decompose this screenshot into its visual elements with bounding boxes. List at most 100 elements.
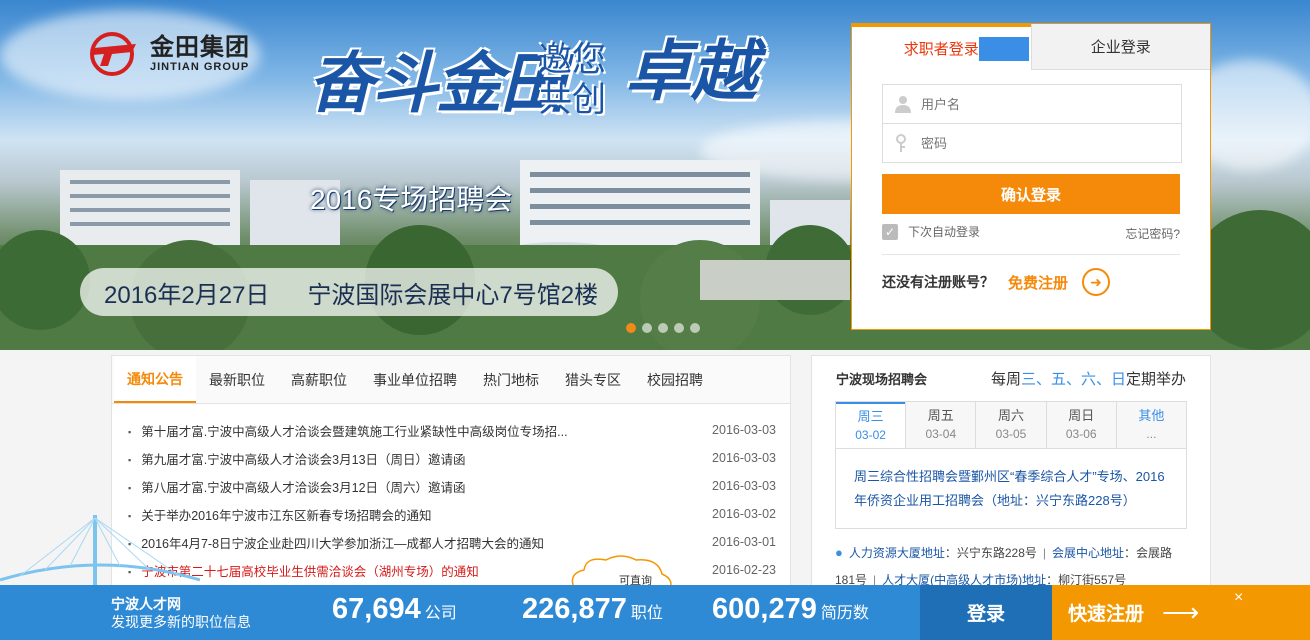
fair-schedule: 每周三、五、六、日定期举办 xyxy=(991,368,1186,389)
notice-date: 2016-03-03 xyxy=(712,451,776,465)
carousel-dots xyxy=(626,323,700,333)
register-label: 快速注册 xyxy=(1068,604,1145,625)
tab-hot-landmarks[interactable]: 热门地标 xyxy=(470,356,552,403)
tab-other[interactable]: 其他... xyxy=(1115,402,1187,448)
tab-label: 企业登录 xyxy=(1090,39,1151,56)
day-date: 03-04 xyxy=(925,427,957,441)
schedule-prefix: 每周 xyxy=(990,370,1021,388)
username-field[interactable] xyxy=(882,84,1182,124)
day-date: ... xyxy=(1146,427,1157,441)
day-date: 03-02 xyxy=(855,428,886,442)
tab-campus-recruitment[interactable]: 校园招聘 xyxy=(634,356,716,403)
notice-panel: 通知公告 最新职位 高薪职位 事业单位招聘 热门地标 猎头专区 校园招聘 第十届… xyxy=(111,355,791,595)
tab-sunday[interactable]: 周日 03-06 xyxy=(1045,402,1116,448)
address-link-expo-center[interactable]: 会展中心地址 xyxy=(1052,546,1124,560)
fair-description-link[interactable]: 周三综合性招聘会暨鄞州区“春季综合人才”专场、2016年侨资企业用工招聘会（地址… xyxy=(835,449,1187,529)
username-input[interactable] xyxy=(921,96,1161,112)
schedule-days: 三、五、六、日 xyxy=(1020,370,1126,388)
close-icon[interactable]: × xyxy=(1234,589,1243,607)
list-item[interactable]: 第十届才富.宁波中高级人才洽谈会暨建筑施工行业紧缺性中高级岗位专场招... 201… xyxy=(128,416,776,444)
stat-jobs: 226,877 职位 xyxy=(522,593,663,626)
slogan-main: 奋斗金田 xyxy=(308,44,566,122)
stat-number: 67,694 xyxy=(332,593,421,625)
banner-fair-title: 2016专场招聘会 xyxy=(310,184,513,215)
list-item[interactable]: 宁波市第二十七届高校毕业生供需洽谈会（湖州专场）的通知2016-02-23 xyxy=(128,556,776,584)
banner-date: 2016年2月27日 xyxy=(104,281,270,309)
bottom-login-button[interactable]: 登录 xyxy=(920,585,1052,640)
remember-label: 下次自动登录 xyxy=(908,225,981,239)
tab-wednesday[interactable]: 周三 03-02 xyxy=(836,402,906,448)
separator: | xyxy=(1042,546,1047,560)
stat-number: 226,877 xyxy=(522,593,627,625)
day-name: 周日 xyxy=(1068,408,1095,423)
slogan-line-2: 共创 xyxy=(538,81,606,119)
carousel-dot[interactable] xyxy=(642,323,652,333)
stat-resumes: 600,279 简历数 xyxy=(712,593,869,626)
carousel-dot[interactable] xyxy=(674,323,684,333)
day-name: 周三 xyxy=(857,409,884,424)
fair-panel-title: 宁波现场招聘会 xyxy=(836,371,928,387)
notice-title[interactable]: 第十届才富.宁波中高级人才洽谈会暨建筑施工行业紧缺性中高级岗位专场招... xyxy=(128,421,567,440)
carousel-dot[interactable] xyxy=(658,323,668,333)
tab-saturday[interactable]: 周六 03-05 xyxy=(975,402,1046,448)
key-icon xyxy=(896,134,906,152)
brand-slogan: 发现更多新的职位信息 xyxy=(111,614,251,630)
notice-date: 2016-03-01 xyxy=(712,535,776,549)
banner-date-bar: 2016年2月27日 宁波国际会展中心7号馆2楼 xyxy=(80,268,618,316)
remember-me[interactable]: ✓ 下次自动登录 xyxy=(882,223,980,240)
tab-latest-jobs[interactable]: 最新职位 xyxy=(196,356,278,403)
carousel-dot[interactable] xyxy=(626,323,636,333)
address-link-hr-building[interactable]: 人力资源大厦地址 xyxy=(849,546,945,560)
arrow-right-icon: ⟶ xyxy=(1162,597,1200,627)
day-date: 03-06 xyxy=(1065,427,1097,441)
notice-date: 2016-02-23 xyxy=(712,563,776,577)
list-item[interactable]: 第九届才富.宁波中高级人才洽谈会3月13日（周日）邀请函 2016-03-03 xyxy=(128,444,776,472)
divider xyxy=(882,254,1180,255)
register-prompt: 还没有注册账号？ 免费注册 ➜ xyxy=(882,268,1111,296)
address-value: ：兴宁东路228号 xyxy=(944,546,1037,560)
list-item[interactable]: 第八届才富.宁波中高级人才洽谈会3月12日（周六）邀请函 2016-03-03 xyxy=(128,472,776,500)
notice-tabs: 通知公告 最新职位 高薪职位 事业单位招聘 热门地标 猎头专区 校园招聘 xyxy=(112,356,790,404)
day-name: 周五 xyxy=(927,408,954,423)
slogan-excellence: 卓越 xyxy=(625,32,757,110)
fair-day-tabs: 周三 03-02 周五 03-04 周六 03-05 周日 03-06 其他... xyxy=(835,401,1187,449)
notice-list: 第十届才富.宁波中高级人才洽谈会暨建筑施工行业紧缺性中高级岗位专场招... 201… xyxy=(112,404,790,584)
list-item[interactable]: 2016年4月7-8日宁波企业赴四川大学参加浙江—成都人才招聘大会的通知2016… xyxy=(128,528,776,556)
quick-register-button[interactable]: 快速注册 ⟶ xyxy=(1052,585,1310,640)
tab-announcements[interactable]: 通知公告 xyxy=(114,356,196,403)
tab-job-seeker-login[interactable]: 求职者登录 xyxy=(852,24,1031,70)
banner-venue: 宁波国际会展中心7号馆2楼 xyxy=(307,281,599,309)
bridge-illustration xyxy=(0,515,200,585)
stat-companies: 67,694 公司 xyxy=(332,593,457,626)
tab-label: 求职者登录 xyxy=(903,41,979,58)
login-panel: 求职者登录 企业登录 确认登录 ✓ 下次自动登录 忘记密码? 还没有注册账号？ … xyxy=(851,23,1211,330)
password-input[interactable] xyxy=(921,135,1161,151)
tab-company-login[interactable]: 企业登录 xyxy=(1030,24,1210,70)
confirm-login-button[interactable]: 确认登录 xyxy=(882,174,1180,214)
forgot-password-link[interactable]: 忘记密码? xyxy=(1125,225,1180,242)
day-name: 其他 xyxy=(1138,408,1165,423)
user-icon xyxy=(895,96,911,113)
stat-unit: 简历数 xyxy=(820,605,869,622)
slogan-middle: 邀您 共创 xyxy=(538,40,606,120)
carousel-dot[interactable] xyxy=(690,323,700,333)
notice-title[interactable]: 第八届才富.宁波中高级人才洽谈会3月12日（周六）邀请函 xyxy=(128,477,465,496)
bottom-stats-bar: 宁波人才网 发现更多新的职位信息 67,694 公司 226,877 职位 600,… xyxy=(0,585,1310,640)
notice-date: 2016-03-03 xyxy=(712,423,776,437)
tab-friday[interactable]: 周五 03-04 xyxy=(905,402,976,448)
tab-high-salary-jobs[interactable]: 高薪职位 xyxy=(278,356,360,403)
stat-unit: 职位 xyxy=(630,605,663,622)
tab-public-institution-jobs[interactable]: 事业单位招聘 xyxy=(360,356,470,403)
password-field[interactable] xyxy=(882,123,1182,163)
company-logo[interactable]: 金田集团 JINTIAN GROUP xyxy=(86,30,250,78)
jintian-logo-icon xyxy=(90,32,136,76)
tab-headhunter-zone[interactable]: 猎头专区 xyxy=(552,356,634,403)
free-register-link[interactable]: 免费注册 xyxy=(1008,272,1068,293)
list-item[interactable]: 关于举办2016年宁波市江东区新春专场招聘会的通知2016-03-02 xyxy=(128,500,776,528)
arrow-right-icon[interactable]: ➜ xyxy=(1082,268,1111,296)
stat-number: 600,279 xyxy=(712,593,817,625)
remember-checkbox[interactable]: ✓ xyxy=(882,223,898,240)
notice-date: 2016-03-02 xyxy=(712,507,776,521)
stat-unit: 公司 xyxy=(424,605,457,622)
notice-title[interactable]: 第九届才富.宁波中高级人才洽谈会3月13日（周日）邀请函 xyxy=(128,449,465,468)
